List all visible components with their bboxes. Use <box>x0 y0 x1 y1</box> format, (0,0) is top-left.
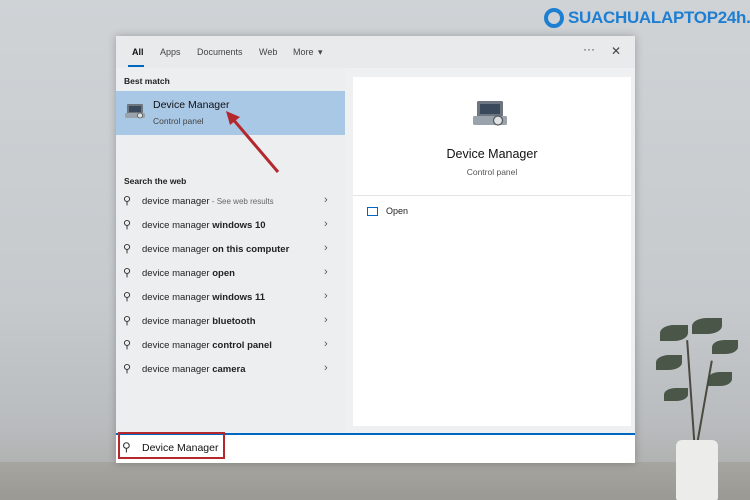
plant-leaf <box>664 388 688 401</box>
suggestion-text: device manager - See web results <box>142 196 274 207</box>
chevron-right-icon[interactable]: › <box>324 338 328 350</box>
chevron-right-icon[interactable]: › <box>324 242 328 254</box>
chevron-right-icon[interactable]: › <box>324 362 328 374</box>
tab-web[interactable]: Web <box>259 47 277 57</box>
suggestion-text: device manager windows 11 <box>142 292 266 303</box>
preview-pane: Device Manager Control panel Open <box>353 77 631 426</box>
chevron-down-icon: ▾ <box>318 47 323 57</box>
web-suggestion-item[interactable]: ⚲ device manager windows 11 › <box>116 286 345 310</box>
chevron-right-icon[interactable]: › <box>324 290 328 302</box>
web-suggestion-item[interactable]: ⚲ device manager windows 10 › <box>116 214 345 238</box>
best-match-item[interactable]: Device Manager Control panel <box>116 91 345 135</box>
preview-subtitle: Control panel <box>466 167 518 177</box>
suggestion-text: device manager windows 10 <box>142 220 266 231</box>
search-icon: ⚲ <box>123 363 132 375</box>
logo-text: SUACHUALAPTOP24h.com <box>568 8 750 27</box>
suggestion-text: device manager on this computer <box>142 244 290 255</box>
tab-all[interactable]: All <box>132 47 144 57</box>
divider <box>353 195 631 196</box>
search-icon: ⚲ <box>123 315 132 327</box>
suggestion-text: device manager camera <box>142 364 246 375</box>
best-match-subtitle: Control panel <box>153 116 204 126</box>
chevron-right-icon[interactable]: › <box>324 218 328 230</box>
plant-leaf <box>660 325 688 341</box>
search-icon: ⚲ <box>123 291 132 303</box>
chevron-right-icon[interactable]: › <box>324 314 328 326</box>
open-icon <box>367 206 378 216</box>
results-list: Best match Device Manager Control panel … <box>116 68 345 432</box>
table-surface <box>0 462 750 500</box>
web-suggestion-item[interactable]: ⚲ device manager camera › <box>116 358 345 382</box>
device-manager-icon <box>473 101 507 126</box>
search-icon: ⚲ <box>123 243 132 255</box>
chevron-right-icon[interactable]: › <box>324 266 328 278</box>
best-match-heading: Best match <box>124 76 170 86</box>
plant-leaf <box>692 318 722 334</box>
search-icon: ⚲ <box>123 267 132 279</box>
plant-leaf <box>656 355 682 370</box>
tab-more[interactable]: More ▾ <box>293 47 323 58</box>
web-suggestion-item[interactable]: ⚲ device manager on this computer › <box>116 238 345 262</box>
search-icon: ⚲ <box>123 339 132 351</box>
gear-icon <box>544 8 564 28</box>
search-icon: ⚲ <box>123 195 132 207</box>
tab-documents[interactable]: Documents <box>197 47 243 57</box>
open-label: Open <box>386 206 409 216</box>
tab-more-label: More <box>293 47 314 57</box>
device-manager-icon <box>125 104 145 119</box>
close-icon[interactable]: ✕ <box>611 44 621 58</box>
search-web-heading: Search the web <box>124 176 187 186</box>
web-suggestion-item[interactable]: ⚲ device manager open › <box>116 262 345 286</box>
search-window: All Apps Documents Web More ▾ ··· ✕ Best… <box>116 36 635 463</box>
plant-pot <box>676 440 718 500</box>
web-suggestion-item[interactable]: ⚲ device manager bluetooth › <box>116 310 345 334</box>
annotation-highlight-box <box>118 432 225 459</box>
search-icon: ⚲ <box>123 219 132 231</box>
suggestion-text: device manager bluetooth <box>142 316 256 327</box>
plant-leaf <box>712 340 738 354</box>
plant-leaf <box>708 372 732 386</box>
chevron-right-icon[interactable]: › <box>324 194 328 206</box>
site-logo: SUACHUALAPTOP24h.com <box>544 8 750 28</box>
suggestion-text: device manager open <box>142 268 235 279</box>
suggestion-text: device manager control panel <box>142 340 272 351</box>
search-tabs-bar: All Apps Documents Web More ▾ ··· ✕ <box>116 36 635 68</box>
best-match-title: Device Manager <box>153 99 230 111</box>
more-options-icon[interactable]: ··· <box>583 42 595 56</box>
preview-title: Device Manager <box>446 147 538 161</box>
web-suggestion-item[interactable]: ⚲ device manager control panel › <box>116 334 345 358</box>
tab-apps[interactable]: Apps <box>160 47 181 57</box>
web-suggestion-item[interactable]: ⚲ device manager - See web results › <box>116 190 345 214</box>
active-tab-indicator <box>128 65 144 67</box>
open-action[interactable]: Open <box>367 206 408 216</box>
